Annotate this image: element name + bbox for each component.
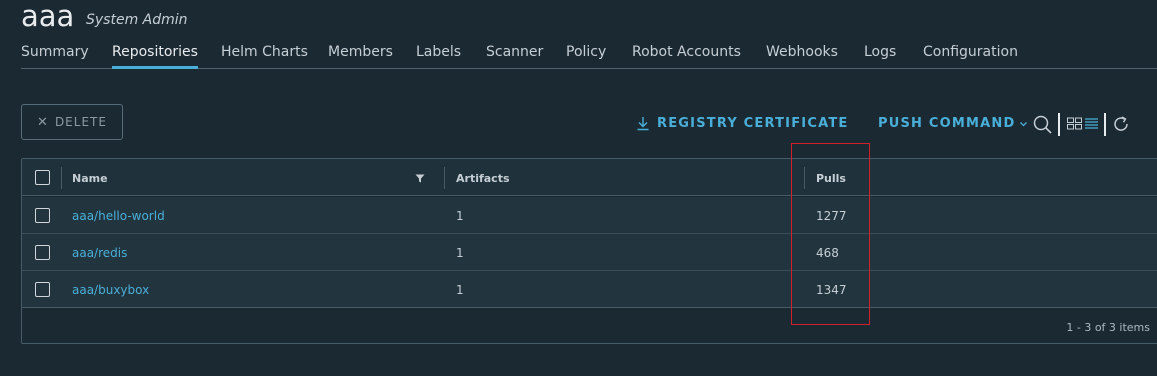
filter-icon[interactable] <box>415 174 425 183</box>
toolbar-divider <box>1104 113 1106 136</box>
pulls-column-highlight <box>791 143 870 325</box>
tab-scanner[interactable]: Scanner <box>486 44 543 60</box>
push-command-dropdown[interactable]: PUSH COMMAND <box>878 116 1028 131</box>
repository-name-link[interactable]: aaa/buxybox <box>72 283 149 297</box>
tab-members[interactable]: Members <box>328 44 393 60</box>
download-icon <box>637 117 649 131</box>
project-tabs: Summary Repositories Helm Charts Members… <box>21 40 1157 69</box>
list-view-icon[interactable] <box>1084 117 1099 130</box>
repository-name-link[interactable]: aaa/redis <box>72 246 127 260</box>
column-header-artifacts[interactable]: Artifacts <box>456 172 510 185</box>
tab-summary[interactable]: Summary <box>21 44 89 60</box>
column-divider <box>61 167 62 189</box>
tab-policy[interactable]: Policy <box>566 44 606 60</box>
table-row: aaa/buxybox 1 1347 <box>22 271 1157 308</box>
repository-name-link[interactable]: aaa/hello-world <box>72 209 165 223</box>
tab-repositories[interactable]: Repositories <box>112 44 198 69</box>
delete-button[interactable]: ✕ DELETE <box>21 104 123 140</box>
repositories-table: Name Artifacts Pulls aaa/hello-world 1 1… <box>21 158 1157 344</box>
tab-webhooks[interactable]: Webhooks <box>766 44 838 60</box>
card-view-icon[interactable] <box>1067 117 1083 130</box>
artifacts-count: 1 <box>456 209 464 223</box>
row-checkbox[interactable] <box>35 245 50 260</box>
delete-button-label: DELETE <box>54 115 107 129</box>
table-header: Name Artifacts Pulls <box>22 159 1157 196</box>
project-title: aaa <box>21 0 75 33</box>
pagination-summary: 1 - 3 of 3 items <box>1066 321 1150 334</box>
table-row: aaa/redis 1 468 <box>22 234 1157 271</box>
registry-certificate-label: REGISTRY CERTIFICATE <box>657 116 849 131</box>
registry-certificate-button[interactable]: REGISTRY CERTIFICATE <box>636 116 848 131</box>
tab-robot-accounts[interactable]: Robot Accounts <box>632 44 741 60</box>
artifacts-count: 1 <box>456 246 464 260</box>
toolbar-divider <box>1058 113 1060 136</box>
search-icon[interactable] <box>1033 115 1053 134</box>
refresh-icon[interactable] <box>1113 115 1130 133</box>
row-checkbox[interactable] <box>35 282 50 297</box>
close-icon: ✕ <box>37 114 49 130</box>
chevron-down-icon <box>1020 121 1028 126</box>
select-all-checkbox[interactable] <box>35 170 50 185</box>
tab-logs[interactable]: Logs <box>864 44 896 60</box>
row-checkbox[interactable] <box>35 208 50 223</box>
tab-labels[interactable]: Labels <box>416 44 461 60</box>
column-divider <box>444 167 445 189</box>
project-page: aaa System Admin Summary Repositories He… <box>0 0 1157 376</box>
tab-helm-charts[interactable]: Helm Charts <box>221 44 308 60</box>
column-header-name[interactable]: Name <box>72 172 108 185</box>
project-role: System Admin <box>86 12 188 28</box>
artifacts-count: 1 <box>456 283 464 297</box>
table-row: aaa/hello-world 1 1277 <box>22 197 1157 234</box>
push-command-label: PUSH COMMAND <box>878 116 1016 131</box>
tab-configuration[interactable]: Configuration <box>923 44 1018 60</box>
